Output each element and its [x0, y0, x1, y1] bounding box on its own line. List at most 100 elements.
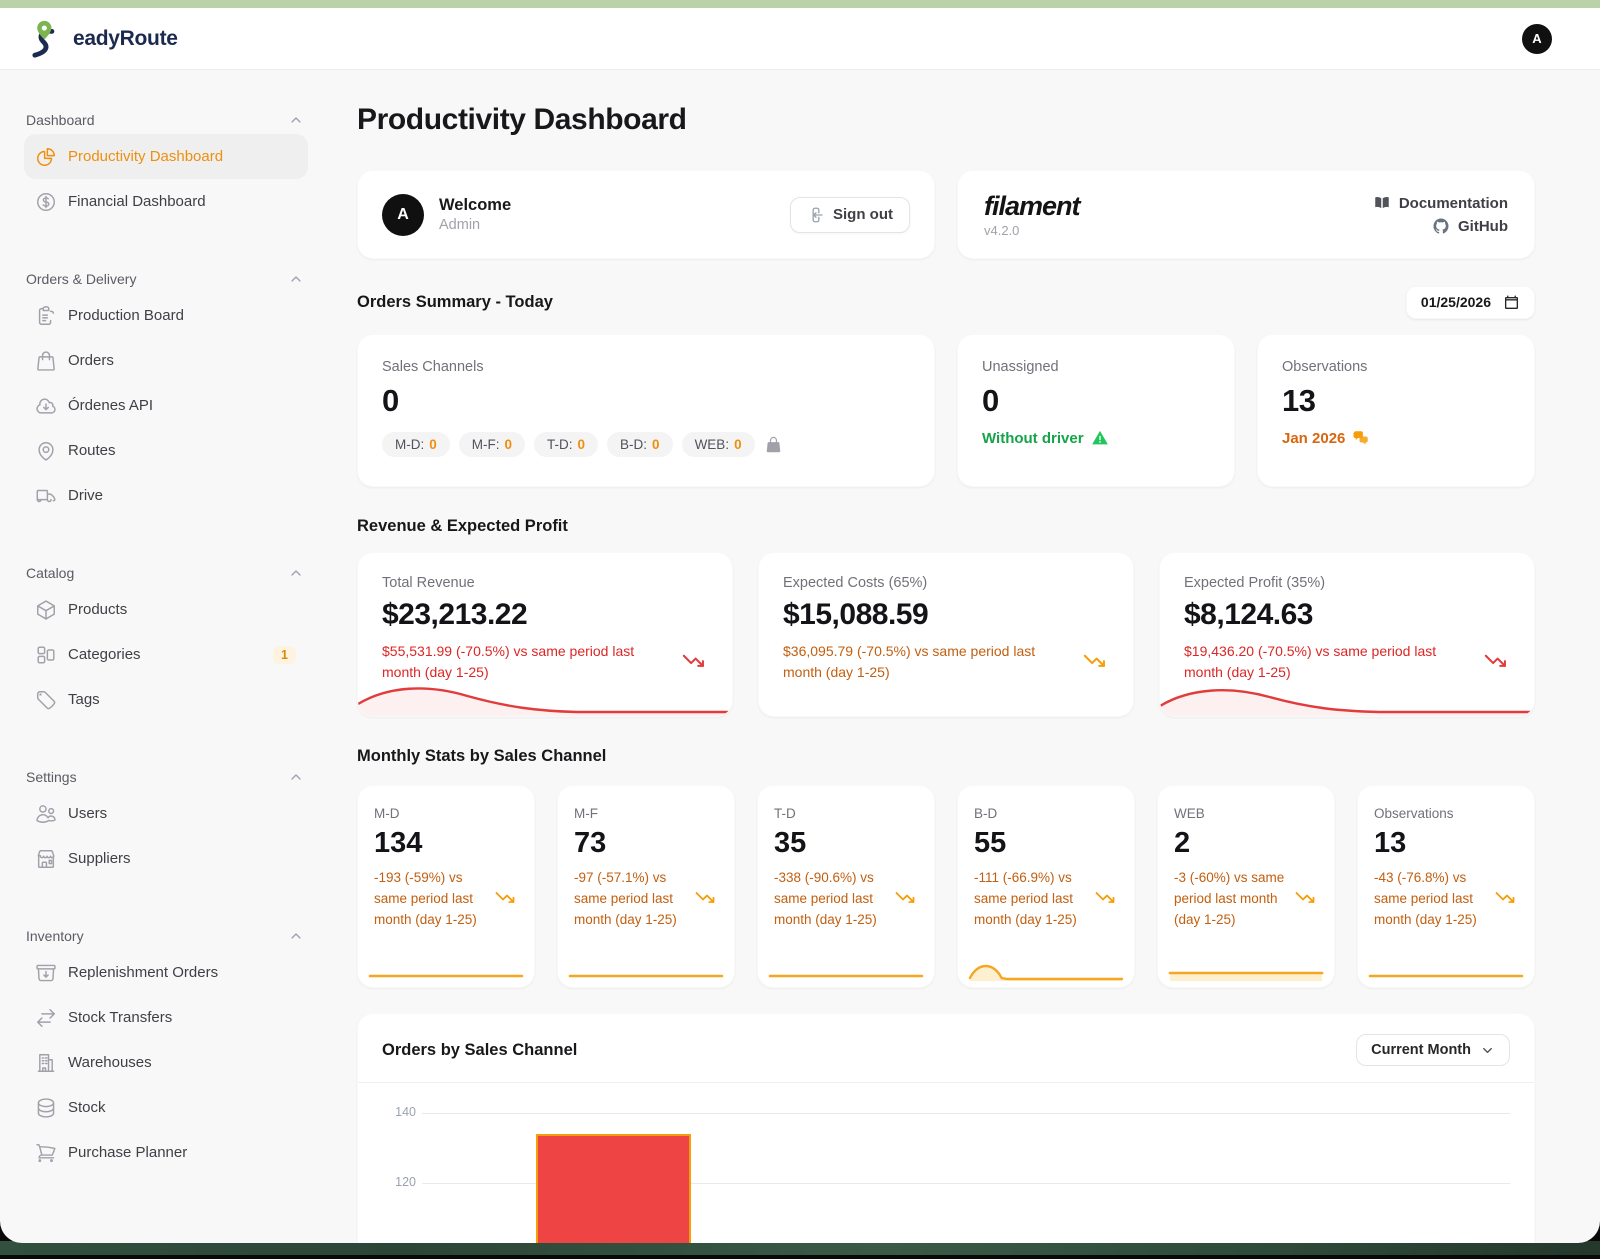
- trend-down-icon: [1495, 892, 1515, 904]
- chevron-down-icon: [1483, 1047, 1492, 1053]
- nav-group-header-orders-delivery[interactable]: Orders & Delivery: [24, 265, 308, 293]
- observations-label: Observations: [1282, 359, 1368, 375]
- building-office-icon: [37, 1053, 55, 1072]
- monthly-label: M-F: [574, 806, 598, 821]
- chart-range-label: Current Month: [1371, 1042, 1471, 1058]
- chart-range-select[interactable]: Current Month: [1356, 1034, 1510, 1066]
- nav-group-header-dashboard[interactable]: Dashboard: [24, 106, 308, 134]
- unassigned-value: 0: [982, 383, 999, 418]
- unassigned-note: Without driver: [982, 429, 1084, 447]
- filament-card: filament v4.2.0 Documentation GitHub: [957, 170, 1535, 259]
- currency-dollar-icon: [37, 192, 55, 211]
- total-revenue-label: Total Revenue: [382, 575, 475, 591]
- nav-group-header-settings[interactable]: Settings: [24, 763, 308, 791]
- expected-profit-value: $8,124.63: [1184, 598, 1313, 631]
- brand-logo[interactable]: eadyRoute: [30, 19, 178, 59]
- users-icon: [36, 804, 56, 823]
- trend-down-icon: [895, 892, 915, 904]
- sidebar-item-label: Financial Dashboard: [68, 193, 206, 210]
- trend-down-icon: [495, 892, 515, 904]
- sidebar-item-label: Stock Transfers: [68, 1009, 173, 1026]
- top-bar: eadyRoute A: [0, 8, 1600, 70]
- nav-group-orders-delivery: Orders & Delivery Production Board Order…: [24, 265, 308, 518]
- sidebar-item-ordenes-api[interactable]: Órdenes API: [24, 383, 308, 428]
- monthly-value: 134: [374, 827, 423, 859]
- expected-costs-delta: $36,095.79 (-70.5%) vs same period last …: [783, 643, 1036, 680]
- sidebar-item-label: Warehouses: [68, 1054, 152, 1071]
- monthly-delta: -43 (-76.8%) vs same period last month (…: [1374, 870, 1477, 927]
- sidebar-item-label: Stock: [68, 1099, 106, 1116]
- monthly-card-web: WEB 2 -3 (-60%) vs same period last mont…: [1157, 785, 1335, 988]
- desktop-wallpaper-band: [0, 1241, 1600, 1255]
- sidebar-item-production-board[interactable]: Production Board: [24, 293, 308, 338]
- filament-version: v4.2.0: [984, 223, 1020, 238]
- expected-costs-card: Expected Costs (65%) $15,088.59 $36,095.…: [758, 552, 1134, 717]
- unassigned-label: Unassigned: [982, 359, 1059, 375]
- chevron-up-icon: [291, 117, 301, 123]
- sidebar-item-label: Órdenes API: [68, 397, 154, 414]
- sidebar-item-drive[interactable]: Drive: [24, 473, 308, 518]
- documentation-link[interactable]: Documentation: [1373, 194, 1508, 212]
- sales-channels-value: 0: [382, 383, 399, 418]
- sidebar-item-replenishment-orders[interactable]: Replenishment Orders: [24, 950, 308, 995]
- orders-summary-heading: Orders Summary - Today: [357, 292, 553, 311]
- sidebar-item-financial-dashboard[interactable]: Financial Dashboard: [24, 179, 308, 224]
- date-value: 01/25/2026: [1420, 294, 1491, 310]
- chevron-up-icon: [291, 570, 301, 576]
- chevron-up-icon: [291, 276, 301, 282]
- sidebar-item-categories[interactable]: Categories 1: [24, 632, 308, 677]
- total-revenue-value: $23,213.22: [382, 598, 528, 631]
- sidebar-item-label: Categories: [68, 646, 141, 663]
- sidebar-item-users[interactable]: Users: [24, 791, 308, 836]
- total-revenue-card: Total Revenue $23,213.22 $55,531.99 (-70…: [357, 552, 733, 717]
- monthly-label: Observations: [1374, 806, 1454, 821]
- sidebar-item-tags[interactable]: Tags: [24, 677, 308, 722]
- nav-group-settings: Settings Users Suppliers: [24, 763, 308, 881]
- calendar-icon: [1504, 294, 1519, 309]
- tag-icon: [37, 690, 56, 709]
- monthly-label: M-D: [374, 806, 400, 821]
- sidebar: Dashboard Productivity Dashboard Financi…: [0, 70, 336, 1243]
- chart-plot-area: 140 120: [358, 1083, 1534, 1243]
- chevron-up-icon: [291, 933, 301, 939]
- date-picker[interactable]: 01/25/2026: [1405, 285, 1535, 319]
- sign-out-button[interactable]: Sign out: [790, 196, 910, 233]
- expected-profit-card: Expected Profit (35%) $8,124.63 $19,436.…: [1159, 552, 1535, 717]
- monthly-value: 2: [1174, 827, 1191, 859]
- sidebar-item-label: Tags: [68, 691, 100, 708]
- expected-costs-value: $15,088.59: [783, 598, 929, 631]
- app-window: eadyRoute A Dashboard Productivity Dashb…: [0, 0, 1600, 1243]
- monthly-value: 13: [1374, 827, 1407, 859]
- sidebar-item-label: Users: [68, 805, 108, 822]
- readyroute-logo-icon: [32, 20, 55, 58]
- revenue-heading: Revenue & Expected Profit: [357, 517, 568, 535]
- monthly-value: 35: [774, 827, 807, 859]
- orders-bar[interactable]: [536, 1134, 691, 1243]
- nav-group-header-inventory[interactable]: Inventory: [24, 922, 308, 950]
- sidebar-item-stock-transfers[interactable]: Stock Transfers: [24, 995, 308, 1040]
- gridline-140: [422, 1113, 1510, 1114]
- shopping-bag-solid-icon: [766, 436, 780, 453]
- github-link[interactable]: GitHub: [1432, 217, 1508, 235]
- sidebar-item-orders[interactable]: Orders: [24, 338, 308, 383]
- sidebar-item-suppliers[interactable]: Suppliers: [24, 836, 308, 881]
- orders-chart-card: Orders by Sales Channel Current Month 14…: [357, 1013, 1535, 1243]
- sidebar-item-warehouses[interactable]: Warehouses: [24, 1040, 308, 1085]
- logout-icon: [812, 207, 823, 222]
- monthly-label: T-D: [774, 806, 796, 821]
- monthly-value: 55: [974, 827, 1007, 859]
- sidebar-item-purchase-planner[interactable]: Purchase Planner: [24, 1130, 308, 1175]
- cube-icon: [37, 599, 55, 620]
- sidebar-item-productivity-dashboard[interactable]: Productivity Dashboard: [24, 134, 308, 179]
- sidebar-item-products[interactable]: Products: [24, 587, 308, 632]
- sidebar-item-routes[interactable]: Routes: [24, 428, 308, 473]
- trend-down-icon: [1295, 892, 1315, 904]
- expected-profit-label: Expected Profit (35%): [1184, 575, 1326, 591]
- squares-icon: [37, 645, 55, 664]
- user-avatar[interactable]: A: [1522, 23, 1552, 54]
- nav-group-inventory: Inventory Replenishment Orders Stock Tra…: [24, 922, 308, 1175]
- nav-group-header-catalog[interactable]: Catalog: [24, 559, 308, 587]
- sidebar-item-stock[interactable]: Stock: [24, 1085, 308, 1130]
- filament-wordmark: filament: [984, 191, 1081, 221]
- ytick-140: 140: [395, 1105, 416, 1119]
